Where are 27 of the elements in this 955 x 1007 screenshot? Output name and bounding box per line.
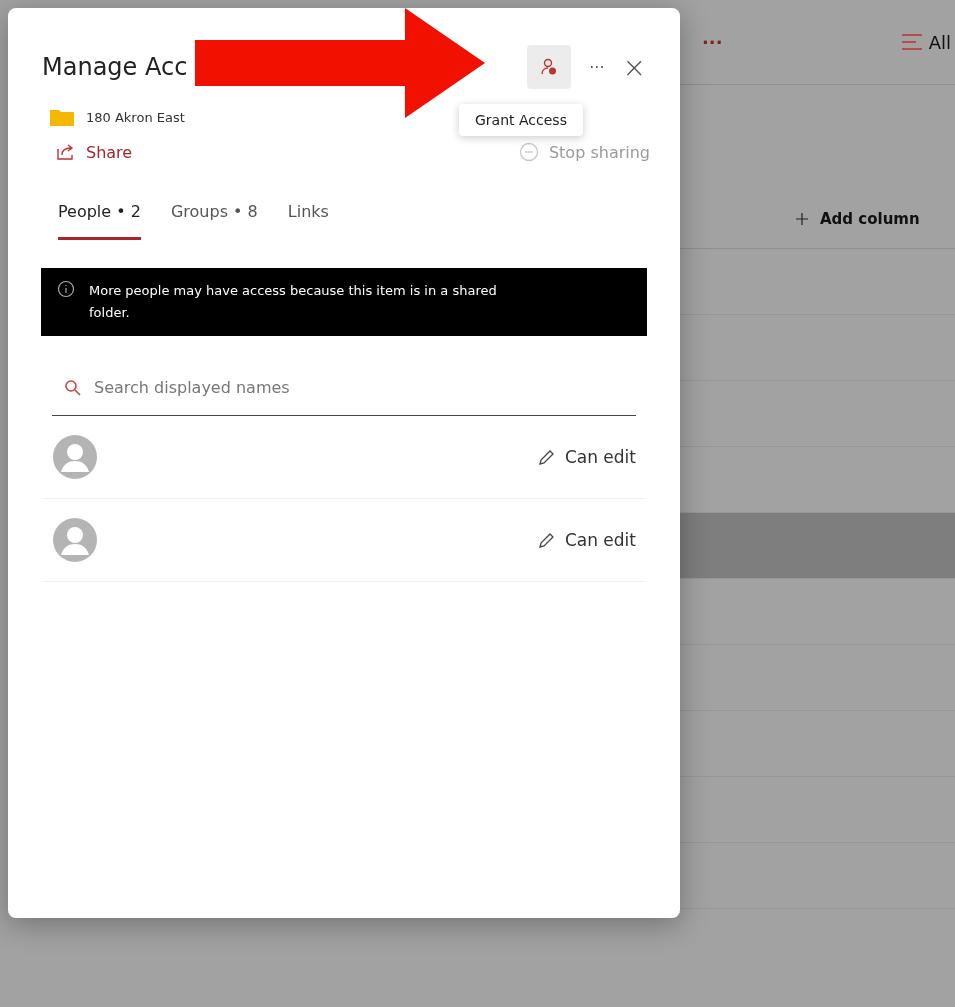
search-icon: [64, 378, 82, 397]
plus-icon: [796, 213, 808, 225]
panel-title: Manage Acc: [42, 53, 188, 81]
list-row[interactable]: [680, 513, 955, 579]
tooltip: Grant Access: [459, 104, 583, 136]
share-icon: [56, 143, 76, 161]
share-link[interactable]: Share: [56, 142, 133, 162]
tab[interactable]: Links: [287, 202, 329, 240]
permission-button[interactable]: Can edit: [536, 447, 636, 467]
more-button[interactable]: ···: [589, 57, 605, 77]
minus-circle-icon: [518, 142, 539, 162]
avatar-icon: [52, 517, 98, 563]
view-button[interactable]: All: [900, 31, 955, 53]
lines-icon: [900, 32, 923, 52]
item-name: 180 Akron East: [86, 109, 185, 125]
permission-button[interactable]: Can edit: [536, 530, 636, 550]
grant-access-button[interactable]: [527, 45, 572, 89]
tab[interactable]: Groups • 8: [170, 202, 258, 240]
search-field[interactable]: Search displayed names: [52, 360, 636, 416]
banner-text: More people may have access because this item is in a shared folder.: [89, 282, 498, 322]
tab[interactable]: People • 2: [58, 202, 141, 240]
close-button[interactable]: ×: [622, 50, 646, 84]
add-column-button[interactable]: Add column: [796, 210, 920, 228]
more-button[interactable]: ···: [702, 31, 723, 53]
folder-icon: [50, 108, 74, 126]
info-icon: [57, 280, 75, 298]
avatar-icon: [52, 434, 98, 480]
